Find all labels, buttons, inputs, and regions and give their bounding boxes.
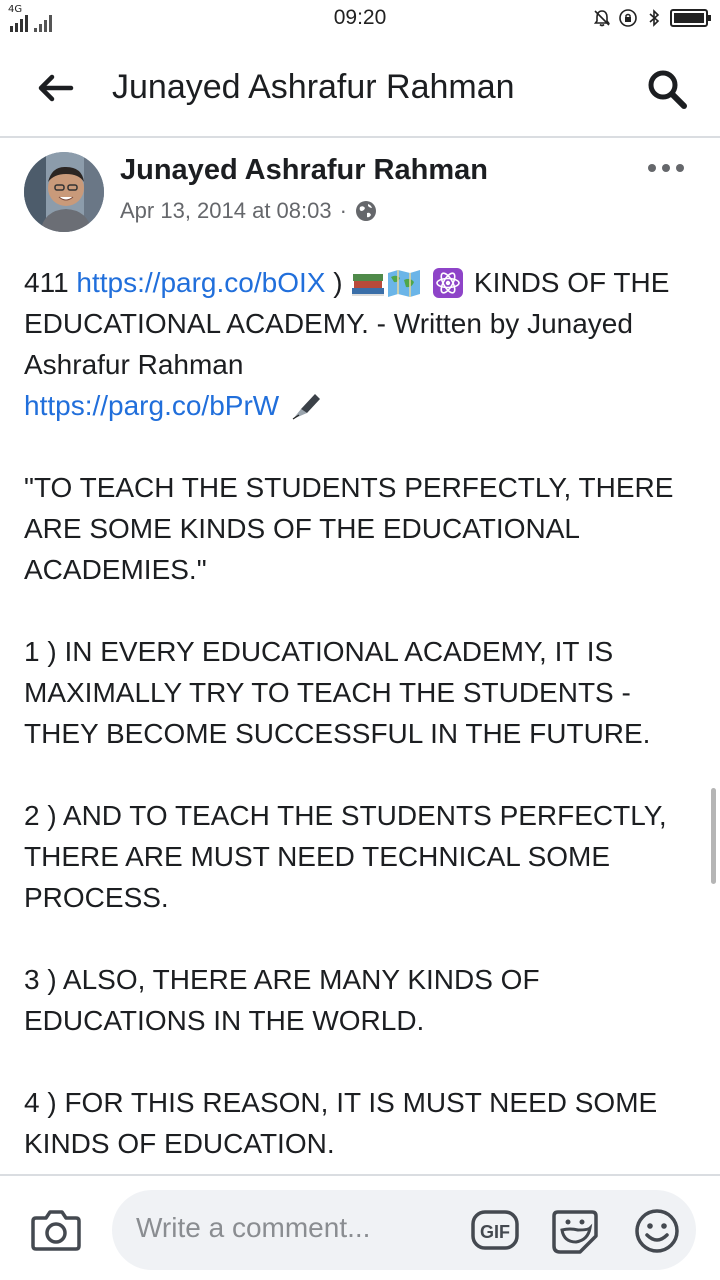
author-avatar[interactable] xyxy=(24,152,104,232)
post-point-3: 3 ) ALSO, THERE ARE MANY KINDS OF EDUCAT… xyxy=(24,964,540,1036)
bluetooth-icon xyxy=(649,9,660,27)
scrollbar[interactable] xyxy=(711,788,716,884)
comment-placeholder: Write a comment... xyxy=(136,1212,371,1243)
camera-button[interactable] xyxy=(30,1206,82,1254)
status-icons xyxy=(592,8,712,28)
bell-off-icon xyxy=(593,10,611,27)
fountain-pen-emoji-icon xyxy=(292,394,320,420)
map-emoji-icon xyxy=(388,270,421,297)
comment-input[interactable]: Write a comment... GIF xyxy=(112,1190,696,1270)
top-app-bar: Junayed Ashrafur Rahman xyxy=(0,38,720,138)
globe-icon xyxy=(355,201,376,221)
status-bar: 4G 09:20 xyxy=(0,0,720,38)
rotation-lock-icon xyxy=(619,9,637,27)
page-title: Junayed Ashrafur Rahman xyxy=(112,68,515,106)
post-intro-close: ) xyxy=(333,267,343,298)
post-options-button[interactable] xyxy=(648,158,684,178)
more-dots-icon xyxy=(648,164,656,172)
post-author[interactable]: Junayed Ashrafur Rahman xyxy=(120,154,488,187)
post-point-2: 2 ) AND TO TEACH THE STUDENTS PERFECTLY,… xyxy=(24,800,667,913)
post-point-4: 4 ) FOR THIS REASON, IT IS MUST NEED SOM… xyxy=(24,1087,658,1159)
post-body: 411 https://parg.co/bOIX ) KINDS OF THE … xyxy=(24,262,700,1164)
books-emoji-icon xyxy=(352,274,385,296)
battery-icon xyxy=(670,9,711,27)
post-timestamp[interactable]: Apr 13, 2014 at 08:03 xyxy=(120,198,332,224)
avatar-image xyxy=(24,152,104,232)
post-link-1[interactable]: https://parg.co/bOIX xyxy=(76,267,325,298)
search-button[interactable] xyxy=(642,64,692,114)
post-intro: 411 https://parg.co/bOIX ) KINDS OF THE … xyxy=(24,262,700,426)
comment-bar: Write a comment... GIF xyxy=(0,1174,720,1280)
back-button[interactable] xyxy=(30,66,82,110)
post-number: 411 xyxy=(24,267,69,298)
search-icon xyxy=(648,70,687,109)
meta-separator: · xyxy=(339,198,347,223)
post-quote: "TO TEACH THE STUDENTS PERFECTLY, THERE … xyxy=(24,472,674,585)
gif-label: GIF xyxy=(480,1222,510,1242)
atom-emoji-icon xyxy=(433,268,464,298)
smiley-icon[interactable] xyxy=(632,1206,682,1256)
arrow-left-icon xyxy=(38,74,74,102)
post-point-1: 1 ) IN EVERY EDUCATIONAL ACADEMY, IT IS … xyxy=(24,636,651,749)
camera-icon xyxy=(31,1210,81,1251)
sticker-icon[interactable] xyxy=(550,1206,600,1256)
post-meta: Apr 13, 2014 at 08:03 · xyxy=(120,198,377,224)
gif-icon[interactable]: GIF xyxy=(470,1208,520,1252)
post-link-2[interactable]: https://parg.co/bPrW xyxy=(24,390,279,421)
